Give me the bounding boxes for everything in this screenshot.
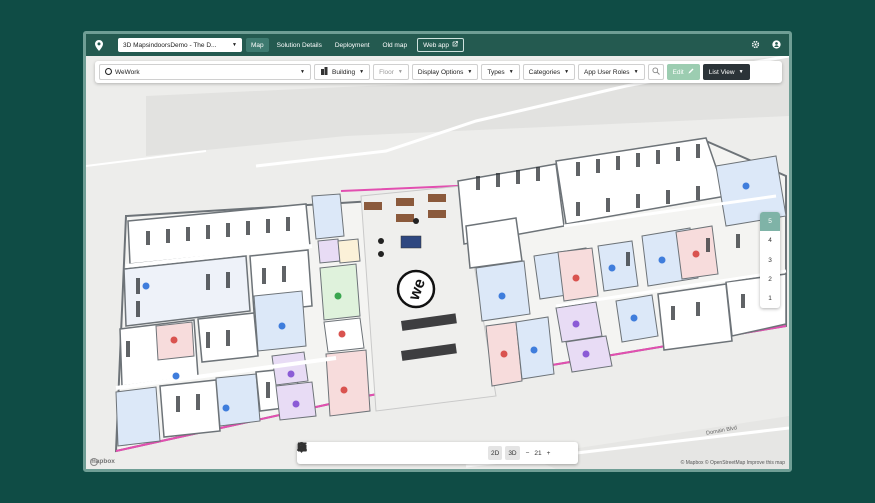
floor-button-1[interactable]: 1 bbox=[760, 289, 780, 308]
split-shape-icon[interactable] bbox=[297, 443, 451, 460]
search-icon bbox=[651, 67, 660, 77]
top-navigation-bar: 3D MapsindoorsDemo - The D... ▼ Map Solu… bbox=[86, 34, 789, 56]
mapbox-logo: mapbox bbox=[90, 458, 115, 466]
chevron-down-icon: ▼ bbox=[633, 69, 639, 75]
merge-shape-icon[interactable] bbox=[297, 443, 468, 460]
floor-button-3[interactable]: 3 bbox=[760, 250, 780, 269]
list-view-button[interactable]: List View ▼ bbox=[702, 64, 750, 80]
floor-button-5[interactable]: 5 bbox=[760, 212, 780, 232]
chevron-down-icon: ▼ bbox=[397, 69, 403, 75]
floor-selector: 5 4 3 2 1 bbox=[760, 212, 780, 308]
door-icon[interactable] bbox=[298, 442, 383, 460]
external-link-icon bbox=[452, 41, 458, 49]
venue-select[interactable]: WeWork ▼ bbox=[99, 64, 311, 80]
categories-select[interactable]: Categories ▼ bbox=[522, 64, 576, 80]
tab-old-map[interactable]: Old map bbox=[378, 38, 413, 52]
web-app-label: Web app bbox=[423, 41, 449, 49]
chevron-down-icon: ▼ bbox=[300, 69, 305, 75]
chevron-down-icon: ▼ bbox=[564, 69, 570, 75]
crop-shape-icon[interactable] bbox=[298, 443, 434, 460]
edit-label: Edit bbox=[672, 68, 684, 76]
categories-label: Categories bbox=[528, 68, 561, 76]
tab-solution-details[interactable]: Solution Details bbox=[272, 38, 327, 52]
zoom-level: 21 bbox=[534, 449, 542, 457]
chevron-down-icon: ▼ bbox=[508, 69, 514, 75]
venue-label: WeWork bbox=[115, 68, 140, 76]
map-canvas[interactable]: we 5 4 3 2 1 Domain Blvd 2D 3D − 21 + ma… bbox=[86, 56, 789, 469]
app-window: 3D MapsindoorsDemo - The D... ▼ Map Solu… bbox=[83, 31, 792, 472]
web-app-link[interactable]: Web app bbox=[417, 38, 464, 52]
mode-2d-button[interactable]: 2D bbox=[488, 446, 503, 460]
pencil-icon bbox=[688, 68, 694, 76]
building-icon bbox=[320, 67, 328, 77]
app-user-roles-label: App User Roles bbox=[584, 68, 630, 76]
polygon-draw-icon[interactable] bbox=[298, 443, 417, 460]
floor-select[interactable]: Floor ▼ bbox=[373, 64, 409, 80]
display-options-label: Display Options bbox=[417, 68, 464, 76]
chevron-down-icon: ▼ bbox=[232, 42, 237, 48]
chevron-down-icon: ▼ bbox=[467, 69, 473, 75]
route-network-icon[interactable] bbox=[297, 443, 349, 460]
tab-deployment[interactable]: Deployment bbox=[330, 38, 375, 52]
venue-logo-icon bbox=[104, 67, 113, 77]
edit-button[interactable]: Edit bbox=[666, 64, 700, 80]
floor-button-4[interactable]: 4 bbox=[760, 231, 780, 250]
wework-logo-mark: we bbox=[396, 269, 436, 309]
filter-toolbar: WeWork ▼ Building ▼ Floor ▼ Display Opti… bbox=[95, 61, 782, 83]
user-account-icon[interactable] bbox=[772, 39, 781, 51]
mapbox-logo-icon bbox=[90, 458, 98, 466]
solution-select[interactable]: 3D MapsindoorsDemo - The D... ▼ bbox=[118, 38, 242, 52]
zoom-in-button[interactable]: + bbox=[547, 450, 551, 457]
map-floorplan: we bbox=[86, 56, 789, 469]
zoom-out-button[interactable]: − bbox=[526, 450, 530, 457]
map-tools-bar: 2D 3D − 21 + bbox=[297, 442, 578, 464]
chevron-down-icon: ▼ bbox=[359, 69, 365, 75]
map-attribution[interactable]: © Mapbox © OpenStreetMap Improve this ma… bbox=[681, 460, 785, 466]
floor-label: Floor bbox=[379, 68, 394, 76]
display-options-select[interactable]: Display Options ▼ bbox=[411, 64, 479, 80]
walking-person-icon[interactable] bbox=[299, 442, 366, 460]
building-select[interactable]: Building ▼ bbox=[314, 64, 371, 80]
types-label: Types bbox=[487, 68, 505, 76]
app-user-roles-select[interactable]: App User Roles ▼ bbox=[578, 64, 645, 80]
mode-3d-button[interactable]: 3D bbox=[505, 446, 520, 460]
floor-button-2[interactable]: 2 bbox=[760, 270, 780, 289]
building-label: Building bbox=[332, 68, 356, 76]
types-select[interactable]: Types ▼ bbox=[481, 64, 520, 80]
gear-icon[interactable] bbox=[751, 40, 760, 51]
tab-map[interactable]: Map bbox=[246, 38, 269, 52]
select-area-icon[interactable] bbox=[297, 442, 332, 460]
list-view-label: List View bbox=[708, 68, 735, 76]
measure-tool-icon[interactable] bbox=[297, 442, 485, 460]
zoom-control: − 21 + bbox=[523, 450, 554, 457]
chevron-down-icon: ▼ bbox=[738, 69, 744, 75]
cube-3d-icon[interactable] bbox=[297, 442, 400, 460]
solution-select-label: 3D MapsindoorsDemo - The D... bbox=[123, 41, 217, 49]
location-pin-icon[interactable] bbox=[94, 39, 104, 51]
search-button[interactable] bbox=[647, 64, 664, 80]
